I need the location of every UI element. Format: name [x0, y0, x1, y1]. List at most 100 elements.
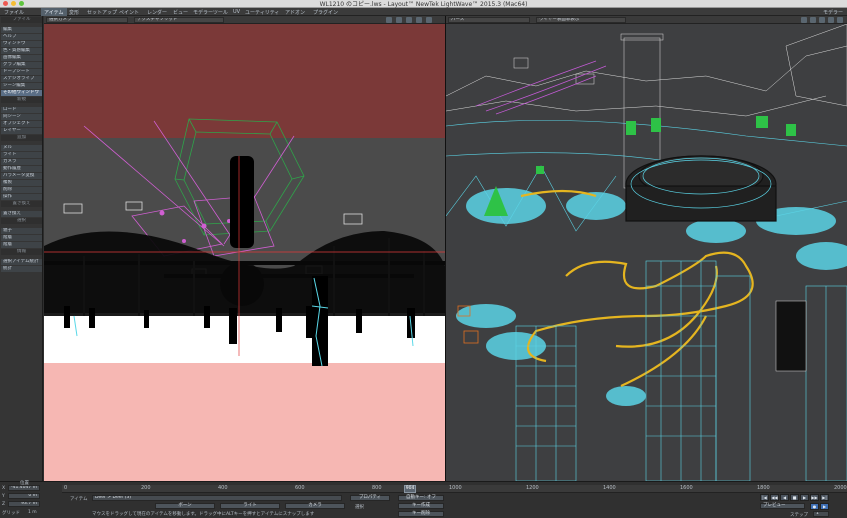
properties-button[interactable]: プロパティ [350, 495, 390, 501]
prev-key-button[interactable]: ◀◀ [770, 494, 779, 501]
camera-viewport[interactable]: 選択カメラ テクスチャソリッド [44, 16, 445, 481]
camera-viewport-header: 選択カメラ テクスチャソリッド [44, 16, 445, 24]
position-x-field[interactable]: -41.4047 m [8, 485, 40, 491]
sidebar-button[interactable]: カメラ [1, 159, 42, 165]
shading-mode-dropdown-right[interactable]: ワイヤー表面非表示 [536, 17, 626, 23]
auto-key-button[interactable]: 自動キー: オフ [398, 495, 444, 501]
sidebar-button[interactable]: ウィンドウ [1, 41, 42, 47]
record-button[interactable]: ● [810, 503, 819, 510]
view-mode-dropdown[interactable]: 選択カメラ [46, 17, 128, 23]
sidebar-button[interactable]: レイヤー [1, 128, 42, 134]
sidebar-button[interactable]: 階層 [1, 235, 42, 241]
sidebar-button[interactable]: 画像編集 [1, 55, 42, 61]
position-y-field[interactable]: 0 m [8, 493, 40, 499]
rotate-view-icon[interactable] [406, 17, 412, 23]
stop-button[interactable]: ■ [790, 494, 799, 501]
preview-dropdown[interactable]: プレビュー [760, 503, 805, 509]
cameras-button[interactable]: カメラ [285, 503, 345, 509]
timeline-tick-label: 1600 [680, 485, 693, 491]
maximize-viewport-icon-right[interactable] [801, 17, 807, 23]
timeline-tick-label: 1200 [526, 485, 539, 491]
zoom-view-icon[interactable] [416, 17, 422, 23]
timeline-playhead[interactable]: 904 [404, 485, 417, 493]
menu-tab-file[interactable]: ファイル [1, 8, 27, 16]
sidebar-button[interactable]: 操作 [1, 194, 42, 200]
view-mode-dropdown-right[interactable]: パース [448, 17, 530, 23]
sidebar-button[interactable]: 同シーン [1, 114, 42, 120]
viewport-options-icon-right[interactable] [837, 17, 843, 23]
last-frame-button[interactable]: ▶| [820, 494, 829, 501]
position-z-field[interactable]: 93.7 m [8, 501, 40, 507]
sidebar-button[interactable]: ドープシート [1, 69, 42, 75]
play-reverse-button[interactable]: ◀ [780, 494, 789, 501]
sidebar-button[interactable]: シーン編集 [1, 83, 42, 89]
title-bar: WL1210 のコピー.lws - Layout™ NewTek LightWa… [0, 0, 847, 8]
sidebar-button[interactable]: ヘルプ [1, 34, 42, 40]
current-item-dropdown[interactable]: Deer > Deer (3) [92, 495, 342, 501]
toolbar-sidebar: ファイル編集 ヘルプ ウィンドウ 色・質感編集 画像編集 グラフ編集 ドープシート ステジオラ… [0, 16, 43, 481]
sidebar-button[interactable]: 色・質感編集 [1, 48, 42, 54]
move-view-icon-right[interactable] [810, 17, 816, 23]
menu-tab-render[interactable]: レンダー [144, 8, 170, 16]
dark-building-wire [775, 300, 807, 372]
perspective-wire-render [446, 23, 847, 481]
step-field[interactable]: 1 [813, 511, 829, 517]
menu-tab-plugins[interactable]: プラグイン [310, 8, 341, 16]
y-axis-label: Y [2, 494, 5, 499]
timeline-tick-label: 0 [64, 485, 68, 491]
move-view-icon[interactable] [396, 17, 402, 23]
sidebar-button[interactable]: 編集 [1, 27, 42, 33]
timeline-tick-label: 1800 [757, 485, 770, 491]
sidebar-button[interactable]: パラメータ変換 [1, 173, 42, 179]
viewport-options-icon[interactable] [426, 17, 432, 23]
menu-tab-modeler-tools[interactable]: モデラーツール [190, 8, 231, 16]
delete-key-button[interactable]: キー削除 [398, 511, 444, 517]
select-label: 選択 [355, 505, 364, 510]
perspective-viewport[interactable]: パース ワイヤー表面非表示 [446, 16, 847, 481]
sidebar-button[interactable]: オブジェクト [1, 121, 42, 127]
menu-tabs: ファイル アイテム 変形 セットアップ ペイント レンダー ビュー モデラーツー… [0, 8, 847, 16]
sidebar-button[interactable]: グラフ編集 [1, 62, 42, 68]
sidebar-button[interactable]: ヌル [1, 145, 42, 151]
sidebar-button[interactable]: ロード [1, 107, 42, 113]
play-button[interactable]: ▶ [800, 494, 809, 501]
render-button[interactable]: ▶ [820, 503, 829, 510]
timeline-ruler[interactable]: 904 0 200 400 600 800 1000 1200 1400 1600 1800 200… [62, 485, 847, 493]
sidebar-button[interactable]: その他ウィンドウ [1, 90, 42, 96]
sidebar-button[interactable]: 複製 [1, 180, 42, 186]
shading-mode-dropdown[interactable]: テクスチャソリッド [134, 17, 224, 23]
x-axis-label: X [2, 486, 6, 491]
menu-tab-item[interactable]: アイテム [41, 8, 67, 16]
sidebar-section-header: ファイル [1, 17, 42, 23]
timeline-tick-label: 400 [218, 485, 228, 491]
first-frame-button[interactable]: |◀ [760, 494, 769, 501]
sidebar-button[interactable]: ライト [1, 152, 42, 158]
maximize-viewport-icon[interactable] [386, 17, 392, 23]
create-key-button[interactable]: キー作成 [398, 503, 444, 509]
sidebar-button[interactable]: 動作履歴 [1, 166, 42, 172]
sidebar-button[interactable]: 統計 [1, 266, 42, 272]
sidebar-button[interactable]: 選択アイテム統計 [1, 259, 42, 265]
zoom-view-icon-right[interactable] [828, 17, 834, 23]
bones-button[interactable]: ボーン [155, 503, 215, 509]
menu-tab-modify[interactable]: 変形 [66, 8, 82, 16]
sidebar-button[interactable]: 階層 [1, 242, 42, 248]
item-label: アイテム [70, 497, 88, 502]
rotate-view-icon-right[interactable] [819, 17, 825, 23]
perspective-viewport-header: パース ワイヤー表面非表示 [446, 16, 847, 24]
z-axis-label: Z [2, 502, 6, 507]
menu-tab-paint[interactable]: ペイント [116, 8, 142, 16]
sidebar-button[interactable]: 置き換え [1, 211, 42, 217]
menu-tab-view[interactable]: ビュー [170, 8, 191, 16]
lights-button[interactable]: ライト [220, 503, 280, 509]
sidebar-button[interactable]: ステジオライブ [1, 76, 42, 82]
safe-area-bottom [44, 363, 445, 481]
sidebar-button[interactable]: 親子 [1, 228, 42, 234]
menu-tab-addons[interactable]: アドオン [282, 8, 308, 16]
menu-tab-utilities[interactable]: ユーティリティ [242, 8, 282, 16]
menu-tab-setup[interactable]: セットアップ [84, 8, 120, 16]
next-key-button[interactable]: ▶▶ [810, 494, 819, 501]
background-wireframe [446, 23, 847, 189]
bottom-control-panel: 位置 X -41.4047 m Y 0 m Z 93.7 m グリッド 1 m … [0, 481, 847, 518]
sidebar-button[interactable]: 削除 [1, 187, 42, 193]
